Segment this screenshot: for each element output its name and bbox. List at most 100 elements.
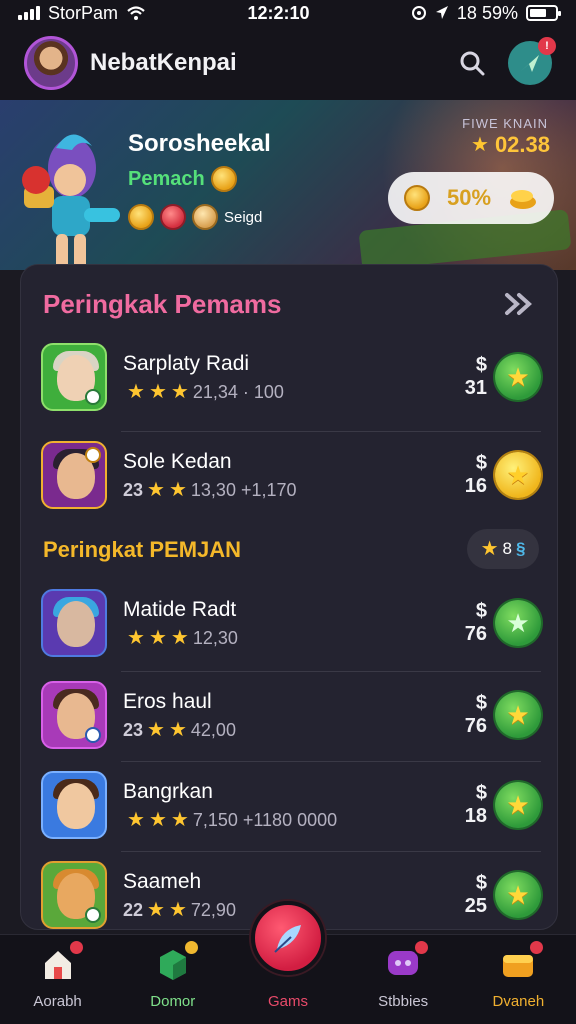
currency: $ bbox=[475, 452, 487, 474]
star-button[interactable]: ★ bbox=[495, 782, 541, 828]
avatar[interactable] bbox=[24, 36, 78, 90]
player-meta: ★ ★ ★ 7,150 +1180 0000 bbox=[123, 810, 445, 831]
player-score: 21,34 · 100 bbox=[192, 381, 284, 402]
reward-value: 25 bbox=[464, 895, 487, 917]
nav-item-rewards[interactable]: Dvaneh bbox=[461, 935, 576, 1010]
nav-label: Aorabh bbox=[33, 993, 82, 1010]
star-icon: ★ bbox=[506, 361, 530, 392]
list-item[interactable]: Eros haul 23 ★ ★ 42,00 $ 76 ★ bbox=[41, 675, 541, 755]
star-icon: ★ bbox=[480, 538, 499, 560]
currency: $ bbox=[475, 692, 487, 714]
hero-subtitle-text: Pemach bbox=[128, 167, 205, 190]
player-name: Matide Radt bbox=[123, 597, 237, 621]
star-icon: ★ bbox=[147, 899, 165, 921]
nav-badge bbox=[182, 939, 200, 956]
reward: $ 16 bbox=[465, 452, 487, 498]
row-text: Sole Kedan 23 ★ ★ 13,30 +1,170 bbox=[123, 450, 445, 501]
nav-item-home[interactable]: Aorabh bbox=[0, 935, 115, 1010]
divider bbox=[121, 431, 541, 432]
gold-coin-icon bbox=[404, 185, 430, 211]
home-icon bbox=[39, 939, 85, 983]
list-item[interactable]: Bangrkan ★ ★ ★ 7,150 +1180 0000 $ 18 ★ bbox=[41, 765, 541, 845]
cube-icon bbox=[154, 939, 200, 983]
send-icon bbox=[521, 55, 539, 72]
player-score: 42,00 bbox=[190, 719, 236, 740]
battery-icon bbox=[525, 5, 561, 21]
star-icon: ★ bbox=[148, 627, 167, 649]
player-meta: 23 ★ ★ 42,00 bbox=[123, 720, 445, 741]
list-item[interactable]: Matide Radt ★ ★ ★ 12,30 $ 76 ★ bbox=[41, 583, 541, 663]
star-button[interactable]: ★ bbox=[495, 600, 541, 646]
star-icon: ★ bbox=[168, 719, 187, 741]
star-icon: ★ bbox=[147, 479, 165, 501]
nav-label: Domor bbox=[150, 993, 196, 1010]
player-avatar bbox=[41, 771, 107, 839]
section-title-players: Peringkak Pemams bbox=[43, 289, 282, 319]
hero-banner[interactable]: Sorosheekal Pemach Seigd FIWE KNAIN ★ 02… bbox=[0, 100, 576, 270]
games-fab[interactable] bbox=[250, 901, 325, 975]
reward-value: 31 bbox=[464, 377, 487, 399]
location-icon bbox=[435, 6, 448, 19]
bonus-pill[interactable]: 50% bbox=[388, 172, 554, 224]
chevron-double-right-icon[interactable] bbox=[501, 289, 535, 319]
search-button[interactable] bbox=[452, 43, 492, 83]
battery-percent: 18 59% bbox=[456, 2, 518, 23]
player-score: 7,150 +1180 0000 bbox=[192, 809, 338, 830]
player-avatar bbox=[41, 681, 107, 749]
hero-right-label: FIWE KNAIN bbox=[462, 116, 548, 131]
player-rank: 23 bbox=[123, 719, 144, 740]
list-item[interactable]: Sarplaty Radi ★ ★ ★ 21,34 · 100 $ 31 ★ bbox=[41, 337, 541, 417]
currency: $ bbox=[475, 872, 487, 894]
row-right: $ 76 ★ bbox=[445, 600, 541, 646]
ruby-icon bbox=[160, 204, 186, 230]
star-button[interactable]: ★ bbox=[495, 872, 541, 918]
nav-badge bbox=[67, 939, 85, 956]
row-text: Eros haul 23 ★ ★ 42,00 bbox=[123, 690, 445, 741]
player-score: 13,30 +1,170 bbox=[190, 479, 297, 500]
player-name: Eros haul bbox=[123, 689, 212, 713]
gold-coin-icon bbox=[210, 166, 237, 192]
star-button[interactable]: ★ bbox=[495, 692, 541, 738]
nav-item-stories[interactable]: Stbbies bbox=[346, 935, 461, 1010]
status-bar: StorPam 12:2:10 18 59% bbox=[0, 0, 576, 26]
player-name: Bangrkan bbox=[123, 779, 213, 803]
list-item[interactable]: Sole Kedan 23 ★ ★ 13,30 +1,170 $ 16 ★ bbox=[41, 435, 541, 515]
badge-icon bbox=[85, 389, 101, 405]
player-name: Sarplaty Radi bbox=[123, 351, 250, 375]
shell-icon bbox=[192, 204, 218, 230]
wifi-icon bbox=[127, 6, 145, 20]
row-text: Sarplaty Radi ★ ★ ★ 21,34 · 100 bbox=[123, 352, 445, 403]
star-icon: ★ bbox=[147, 719, 165, 741]
player-avatar bbox=[41, 343, 107, 411]
notification-button[interactable]: ! bbox=[508, 37, 556, 85]
star-icon: ★ bbox=[168, 899, 187, 921]
clock: 12:2:10 bbox=[247, 2, 310, 23]
star-icon: ★ bbox=[148, 809, 167, 831]
coins-label: Seigd bbox=[224, 208, 263, 226]
star-icon: ★ bbox=[506, 607, 530, 638]
section-filter-pill[interactable]: ★ 8 § bbox=[467, 529, 539, 569]
nav-item-games[interactable]: Gams bbox=[230, 901, 345, 1010]
nav-item-shop[interactable]: Domor bbox=[115, 935, 230, 1010]
star-button[interactable]: ★ bbox=[495, 452, 541, 498]
star-icon: ★ bbox=[506, 789, 530, 820]
star-icon: ★ bbox=[127, 381, 145, 403]
hero-right-value: 02.38 bbox=[494, 132, 550, 157]
hero-subtitle: Pemach bbox=[128, 166, 237, 192]
search-icon bbox=[460, 51, 485, 76]
star-button[interactable]: ★ bbox=[495, 354, 541, 400]
badge-icon bbox=[85, 447, 101, 463]
chat-bubble-icon bbox=[384, 939, 431, 983]
player-rank: 22 bbox=[123, 899, 144, 920]
star-icon: ★ bbox=[168, 479, 187, 501]
reward: $ 31 bbox=[465, 354, 487, 400]
divider bbox=[121, 671, 541, 672]
reward-value: 16 bbox=[464, 475, 487, 497]
reward-value: 18 bbox=[464, 805, 487, 827]
reward: $ 76 bbox=[465, 600, 487, 646]
player-name: Sole Kedan bbox=[123, 449, 232, 473]
star-icon: ★ bbox=[127, 809, 145, 831]
reward: $ 18 bbox=[465, 782, 487, 828]
player-avatar bbox=[41, 441, 107, 509]
section-title-rankings: Peringkat PEMJAN bbox=[43, 537, 242, 562]
